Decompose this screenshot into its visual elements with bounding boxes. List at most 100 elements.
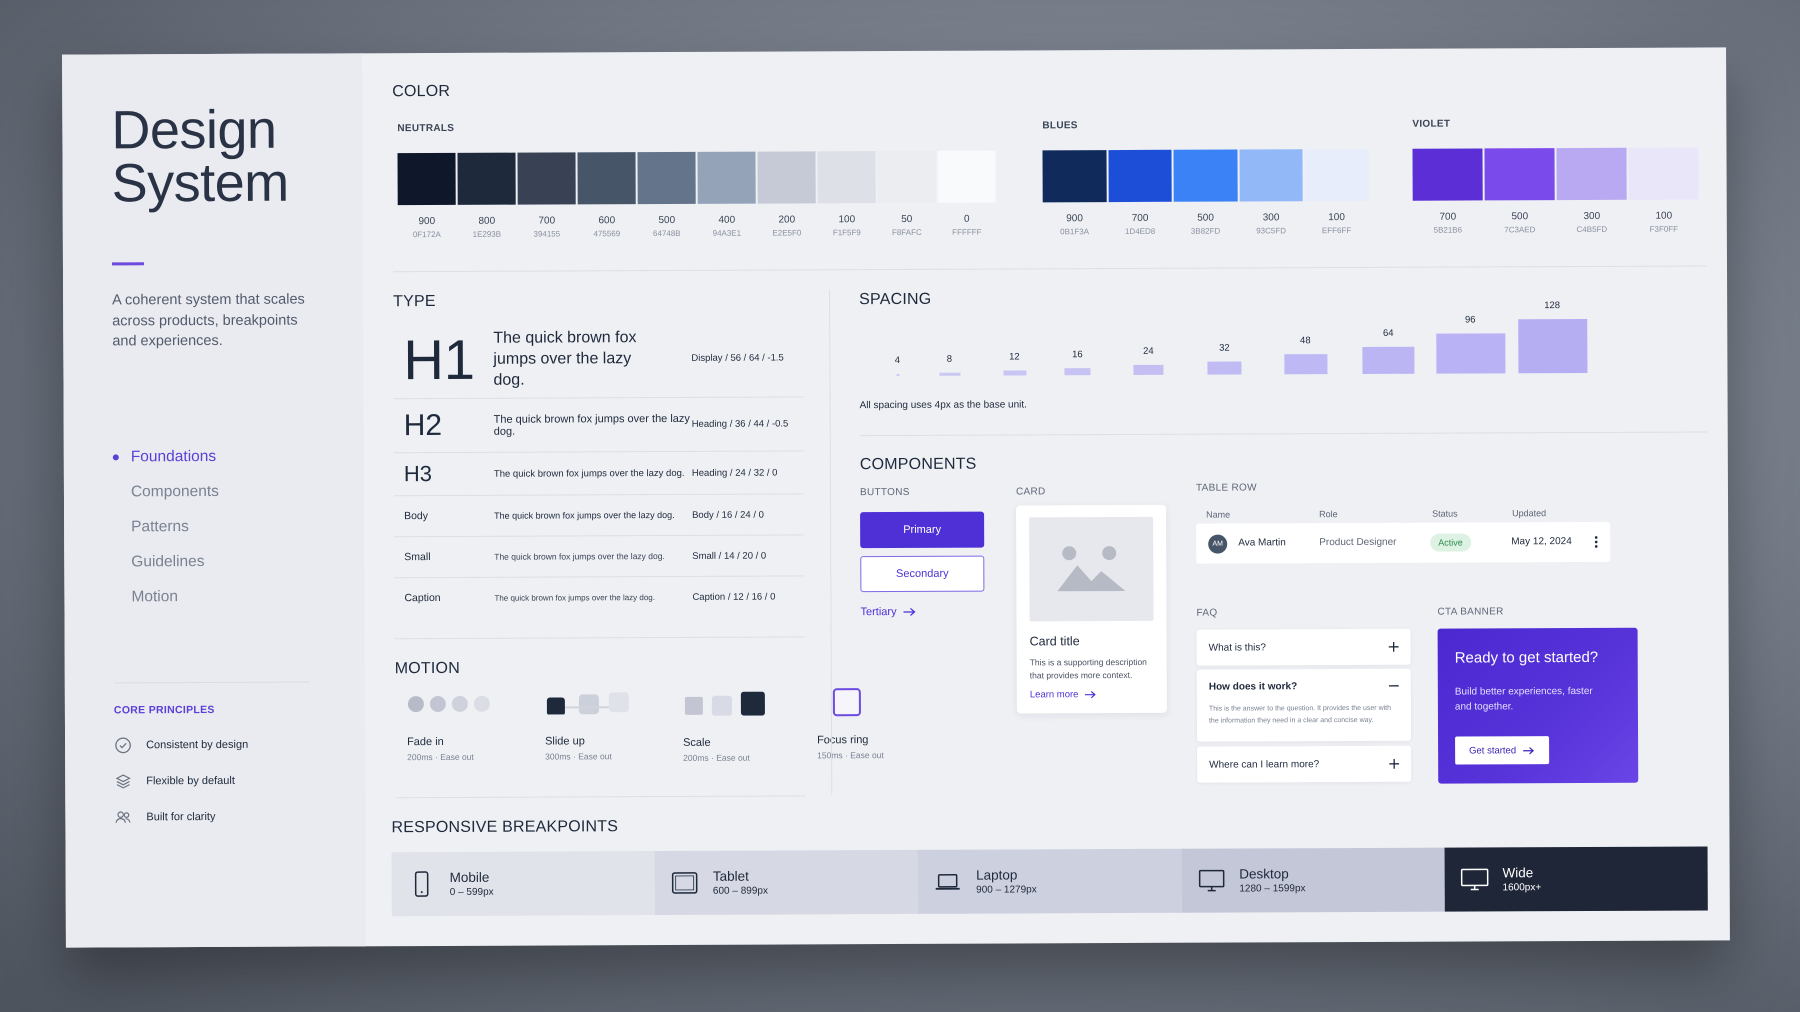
swatch-hex: FFFFFF (952, 227, 982, 237)
arrow-right-icon (903, 607, 916, 616)
color-swatch[interactable]: 900 0B1F3A (1042, 150, 1107, 239)
color-swatch[interactable]: 900 0F172A (397, 152, 456, 242)
more-vertical-icon[interactable] (1592, 535, 1600, 549)
color-swatch[interactable]: 400 94A3E1 (697, 151, 756, 241)
swatch-hex: 1D4ED8 (1124, 226, 1156, 236)
color-swatch[interactable]: 600 475569 (577, 152, 636, 241)
core-principles-title: CORE PRINCIPLES (113, 703, 215, 717)
spacing-step: 4 (888, 355, 907, 376)
type-name: H1 (403, 327, 476, 391)
faq-item[interactable]: What is this? (1196, 628, 1411, 666)
faq-question: Where can I learn more? (1209, 759, 1320, 771)
swatch-chip (1628, 147, 1699, 200)
color-swatch[interactable]: 100 F3F0FF (1628, 147, 1699, 236)
page-title: Design System (111, 100, 289, 214)
divider (394, 636, 805, 640)
scale-shapes (684, 691, 765, 716)
color-swatch[interactable]: 700 5B21B6 (1412, 148, 1483, 237)
swatch-hex: 7C3AED (1504, 225, 1536, 235)
main-content: COLOR NEUTRALS 900 0F172A 800 1E293B 700 3941… (362, 47, 1730, 946)
swatch-hex: F3F0FF (1649, 224, 1679, 234)
get-started-button[interactable]: Get started (1455, 736, 1550, 765)
table-row[interactable]: AM Ava Martin Product Designer Active Ma… (1196, 521, 1611, 564)
principle-item: Flexible by default (114, 763, 248, 800)
card-component[interactable]: Card title This is a supporting descript… (1016, 504, 1167, 714)
color-swatch[interactable]: 700 394155 (517, 152, 576, 241)
faq-item-expanded[interactable]: How does it work? This is the answer to … (1196, 668, 1412, 742)
breakpoint-title: Tablet (712, 868, 749, 884)
breakpoint-mobile[interactable]: Mobile 0 – 599px (391, 851, 656, 917)
color-swatch[interactable]: 500 7C3AED (1484, 148, 1555, 237)
swatch-label: 400 (718, 214, 736, 226)
motion-title: Slide up (545, 735, 585, 748)
color-swatch[interactable]: 200 E2E5F0 (757, 151, 816, 240)
type-row-caption: Caption The quick brown fox jumps over t… (394, 576, 804, 618)
swatch-label: 300 (1583, 210, 1601, 222)
sidebar-description: A coherent system that scales across pro… (112, 291, 305, 350)
color-swatch[interactable]: 100 EFF6FF (1304, 148, 1369, 238)
table-header-status: Status (1432, 508, 1458, 519)
swatch-hex: F8FAFC (891, 227, 922, 238)
color-swatch[interactable]: 0 FFFFFF (937, 150, 996, 240)
type-spec: Small / 14 / 20 / 0 (692, 550, 767, 562)
spacing-bar (1002, 370, 1026, 376)
motion-title: Focus ring (817, 734, 869, 747)
swatch-label: 500 (1197, 212, 1214, 224)
sidebar: Design System A coherent system that scal… (62, 53, 366, 948)
swatch-chip (637, 151, 696, 205)
swatch-label: 700 (1131, 212, 1149, 224)
nav-item-patterns[interactable]: Patterns (113, 509, 219, 544)
tertiary-button[interactable]: Tertiary (860, 606, 916, 618)
principle-label: Built for clarity (146, 810, 216, 824)
swatch-chip (1238, 149, 1303, 202)
spacing-value: 96 (1464, 314, 1476, 326)
color-swatch[interactable]: 500 64748B (637, 151, 696, 241)
swatch-hex: E2E5F0 (772, 228, 802, 238)
secondary-button[interactable]: Secondary (860, 555, 985, 593)
plus-icon[interactable] (1389, 758, 1400, 769)
title-line-2: System (111, 152, 289, 214)
swatch-chip (1107, 149, 1172, 203)
fade-in-dots (407, 695, 490, 713)
table-header-name: Name (1206, 509, 1231, 520)
title-line-1: Design (111, 99, 277, 161)
color-swatch[interactable]: 50 F8FAFC (877, 150, 936, 240)
card-learn-more-link[interactable]: Learn more (1030, 689, 1097, 700)
minus-icon[interactable] (1388, 685, 1399, 687)
primary-button[interactable]: Primary (860, 511, 985, 549)
breakpoint-desktop[interactable]: Desktop 1280 – 1599px (1181, 847, 1445, 913)
motion-item-scale: Scale 200ms · Ease out (683, 691, 773, 763)
table-header-role: Role (1319, 509, 1338, 520)
cta-heading: Ready to get started? (1454, 648, 1599, 667)
motion-section-title: MOTION (394, 659, 460, 678)
swatch-label: 700 (1439, 211, 1457, 223)
color-swatch[interactable]: 300 93C5FD (1238, 149, 1303, 238)
card-title: Card title (1029, 634, 1080, 649)
plus-icon[interactable] (1388, 641, 1399, 652)
nav-item-guidelines[interactable]: Guidelines (113, 544, 219, 579)
swatch-chip (877, 150, 936, 204)
breakpoint-wide[interactable]: Wide 1600px+ (1444, 846, 1708, 912)
users-icon (115, 811, 131, 823)
breakpoint-tablet[interactable]: Tablet 600 – 899px (654, 849, 919, 916)
spacing-value: 8 (946, 353, 953, 365)
nav-item-foundations[interactable]: Foundations (113, 439, 219, 474)
swatch-label: 900 (418, 216, 436, 228)
swatch-chip (1173, 149, 1238, 202)
breakpoint-range: 900 – 1279px (976, 883, 1037, 896)
swatch-chip (1484, 148, 1555, 201)
nav-item-motion[interactable]: Motion (113, 579, 219, 614)
color-swatch[interactable]: 100 F1F5F9 (817, 151, 876, 240)
neutrals-swatches: 900 0F172A 800 1E293B 700 394155 600 475569 500 6… (397, 150, 996, 243)
swatch-hex: C4B5FD (1576, 224, 1608, 235)
type-row-h2: H2 The quick brown fox jumps over the la… (393, 397, 804, 454)
breakpoint-laptop[interactable]: Laptop 900 – 1279px (917, 848, 1182, 914)
faq-item[interactable]: Where can I learn more? (1197, 745, 1412, 783)
color-swatch[interactable]: 300 C4B5FD (1556, 147, 1627, 237)
color-swatch[interactable]: 700 1D4ED8 (1107, 149, 1172, 239)
swatch-label: 200 (778, 214, 796, 226)
nav-item-components[interactable]: Components (113, 474, 219, 509)
color-swatch[interactable]: 500 3B82FD (1173, 149, 1238, 239)
swatch-hex: 3B82FD (1190, 226, 1221, 236)
color-swatch[interactable]: 800 1E293B (457, 152, 516, 242)
